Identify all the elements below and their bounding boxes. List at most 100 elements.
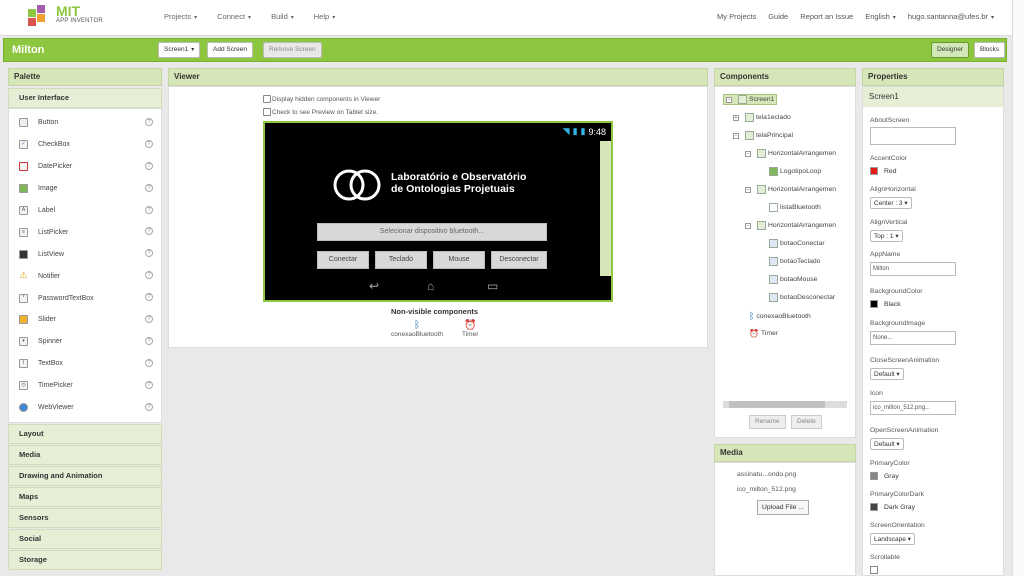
collapse-icon[interactable]: − <box>726 96 732 103</box>
help-icon[interactable]: ? <box>145 271 153 280</box>
scrollable-checkbox[interactable] <box>870 566 878 574</box>
select-box[interactable]: Default ▾ <box>870 438 904 450</box>
collapse-icon[interactable]: − <box>745 150 751 157</box>
palette-item-notifier[interactable]: ⚠ Notifier? <box>9 265 161 287</box>
aboutscreen-textarea[interactable] <box>870 127 956 145</box>
nonvisible-timer[interactable]: ⏰ Timer <box>462 320 478 338</box>
rename-button[interactable]: Rename <box>749 415 786 429</box>
logo-rings-icon[interactable] <box>331 167 383 203</box>
media-file-item[interactable]: assinatu...ondo.png <box>737 471 796 478</box>
select-box[interactable]: Center : 3 ▾ <box>870 197 912 209</box>
phone-scrollbar[interactable] <box>600 141 611 276</box>
delete-button[interactable]: Delete <box>791 415 822 429</box>
media-file-item[interactable]: ico_milton_512.png <box>737 486 796 493</box>
tree-node-horizontal-1[interactable]: − HorizontalArrangemen <box>745 149 836 158</box>
palette-category-maps[interactable]: Maps <box>8 487 162 507</box>
help-icon[interactable]: ? <box>145 293 153 302</box>
nav-build[interactable]: Build ▾ <box>271 12 294 21</box>
help-icon[interactable]: ? <box>145 315 153 324</box>
tree-node-horizontal-2[interactable]: − HorizontalArrangemen <box>745 185 836 194</box>
palette-item-webviewer[interactable]: WebViewer? <box>9 397 161 419</box>
palette-item-textbox[interactable]: I TextBox? <box>9 353 161 375</box>
nav-user-account[interactable]: hugo.santanna@ufes.br ▾ <box>908 12 994 21</box>
upload-file-button[interactable]: Upload File ... <box>757 500 809 515</box>
collapse-icon[interactable]: − <box>745 222 751 229</box>
alignhorizontal-select[interactable]: Center : 3 ▾ <box>870 197 912 209</box>
checkbox-box[interactable] <box>263 108 271 116</box>
palette-item-image[interactable]: Image? <box>9 178 161 200</box>
tree-node-tela1eclado[interactable]: + tela1eclado <box>733 113 791 122</box>
tree-node-botaoconectar[interactable]: botaoConectar <box>769 239 825 248</box>
backgroundcolor-picker[interactable]: Black <box>870 300 901 308</box>
help-icon[interactable]: ? <box>145 380 153 389</box>
select-box[interactable]: Landscape ▾ <box>870 533 915 545</box>
palette-category-drawing[interactable]: Drawing and Animation <box>8 466 162 486</box>
backgroundimage-picker[interactable]: None... <box>870 331 956 345</box>
nav-language[interactable]: English ▾ <box>865 12 896 21</box>
nav-report-issue[interactable]: Report an Issue <box>800 12 853 21</box>
nonvisible-bluetooth[interactable]: ᛒ conexaoBluetooth <box>391 320 443 338</box>
designer-button[interactable]: Designer <box>931 42 970 58</box>
screen-select-dropdown[interactable]: Screen1 ▾ <box>158 42 201 58</box>
checkbox-box[interactable] <box>263 95 271 103</box>
connect-button[interactable]: Conectar <box>317 251 369 269</box>
tree-node-listabluetooth[interactable]: listaBluetooth <box>769 203 821 212</box>
palette-category-layout[interactable]: Layout <box>8 424 162 444</box>
screenorientation-select[interactable]: Landscape ▾ <box>870 533 915 545</box>
expand-icon[interactable]: + <box>733 114 739 121</box>
collapse-icon[interactable]: − <box>733 132 739 139</box>
help-icon[interactable]: ? <box>145 358 153 367</box>
palette-item-checkbox[interactable]: ✓ CheckBox? <box>9 134 161 156</box>
keyboard-button[interactable]: Teclado <box>375 251 427 269</box>
palette-category-storage[interactable]: Storage <box>8 550 162 570</box>
tree-node-horizontal-3[interactable]: − HorizontalArrangemen <box>745 221 836 230</box>
help-icon[interactable]: ? <box>145 183 153 192</box>
tree-node-screen1[interactable]: − Screen1 <box>723 94 778 105</box>
primarycolordark-picker[interactable]: Dark Gray <box>870 503 915 511</box>
palette-item-button[interactable]: Button? <box>9 112 161 134</box>
disconnect-button[interactable]: Desconectar <box>491 251 547 269</box>
nav-guide[interactable]: Guide <box>768 12 788 21</box>
home-icon[interactable]: ⌂ <box>427 279 434 293</box>
help-icon[interactable]: ? <box>145 336 153 345</box>
appname-input[interactable]: Milton <box>870 262 956 276</box>
tree-node-botaomouse[interactable]: botaoMouse <box>769 275 817 284</box>
help-icon[interactable]: ? <box>145 227 153 236</box>
tree-node-logotipoloop[interactable]: LogotipoLoop <box>769 167 821 176</box>
tree-node-botaoteclado[interactable]: botaoTeclado <box>769 257 820 266</box>
help-icon[interactable]: ? <box>145 205 153 214</box>
palette-item-listpicker[interactable]: ≡ ListPicker? <box>9 221 161 243</box>
palette-category-sensors[interactable]: Sensors <box>8 508 162 528</box>
alignvertical-select[interactable]: Top : 1 ▾ <box>870 230 903 242</box>
palette-item-spinner[interactable]: ▾ Spinner? <box>9 331 161 353</box>
display-hidden-checkbox[interactable]: Display hidden components in Viewer <box>263 95 380 103</box>
collapse-icon[interactable]: − <box>745 186 751 193</box>
tree-horizontal-scrollbar[interactable] <box>723 401 847 408</box>
tree-node-telaprincipal[interactable]: − telaPrincipal <box>733 131 793 140</box>
help-icon[interactable]: ? <box>145 139 153 148</box>
remove-screen-button[interactable]: Remove Screen <box>263 42 322 58</box>
palette-item-timepicker[interactable]: ◷ TimePicker? <box>9 375 161 397</box>
palette-item-passwordtextbox[interactable]: * PasswordTextBox? <box>9 287 161 309</box>
back-icon[interactable]: ↩ <box>369 279 379 293</box>
nav-my-projects[interactable]: My Projects <box>717 12 756 21</box>
help-icon[interactable]: ? <box>145 249 153 258</box>
palette-category-user-interface[interactable]: User Interface <box>8 88 162 108</box>
openscreenanimation-select[interactable]: Default ▾ <box>870 438 904 450</box>
select-box[interactable]: Default ▾ <box>870 368 904 380</box>
icon-picker[interactable]: ico_milton_512.png... <box>870 401 956 415</box>
tree-node-timer[interactable]: ⏰ Timer <box>749 329 778 338</box>
palette-category-media[interactable]: Media <box>8 445 162 465</box>
app-inventor-logo[interactable]: MIT APP INVENTOR <box>26 3 116 31</box>
closescreenanimation-select[interactable]: Default ▾ <box>870 368 904 380</box>
nav-projects[interactable]: Projects ▾ <box>164 12 197 21</box>
nav-connect[interactable]: Connect ▾ <box>217 12 251 21</box>
add-screen-button[interactable]: Add Screen <box>207 42 253 58</box>
blocks-button[interactable]: Blocks <box>974 42 1006 58</box>
palette-item-listview[interactable]: ListView? <box>9 243 161 265</box>
tree-node-conexaobluetooth[interactable]: ᛒ conexaoBluetooth <box>749 311 811 321</box>
tablet-preview-checkbox[interactable]: Check to see Preview on Tablet size. <box>263 108 378 116</box>
select-box[interactable]: Top : 1 ▾ <box>870 230 903 242</box>
scrollbar-thumb[interactable] <box>729 401 825 408</box>
palette-item-datepicker[interactable]: DatePicker? <box>9 156 161 178</box>
